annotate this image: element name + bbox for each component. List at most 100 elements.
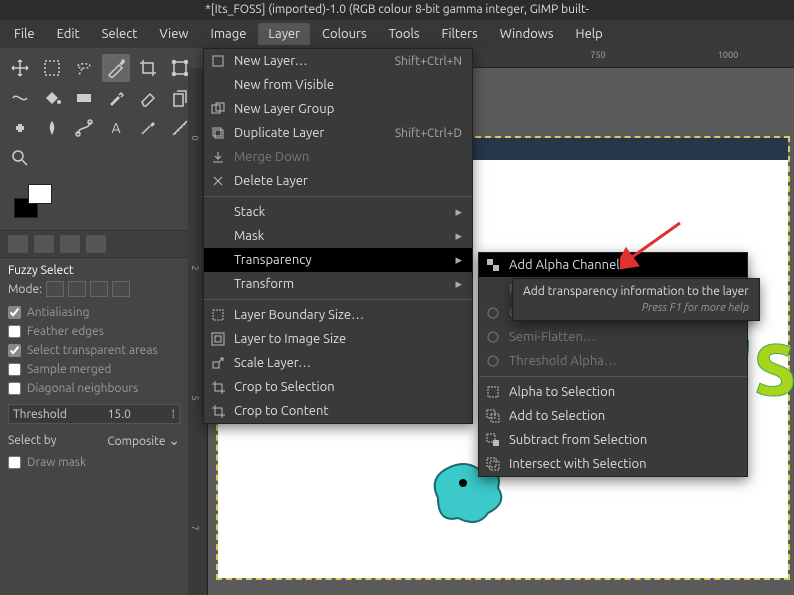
sample-merged-checkbox[interactable]	[8, 363, 21, 376]
feather-checkbox[interactable]	[8, 325, 21, 338]
tool-smudge[interactable]	[38, 114, 66, 142]
menu-add-alpha[interactable]: Add Alpha Channel	[479, 253, 747, 277]
tool-bucket[interactable]	[38, 84, 66, 112]
menu-subtract-from-selection[interactable]: Subtract from Selection	[479, 428, 747, 452]
ruler-tick: 7	[190, 525, 200, 530]
menu-new-layer[interactable]: New Layer…Shift+Ctrl+N	[204, 49, 472, 73]
tool-gradient[interactable]	[70, 84, 98, 112]
selection-intersect-icon	[485, 456, 501, 472]
threshold-label: Threshold	[13, 408, 67, 421]
mode-intersect[interactable]	[112, 281, 130, 297]
menu-new-layer-group[interactable]: New Layer Group	[204, 97, 472, 121]
antialiasing-label: Antialiasing	[27, 306, 90, 319]
gegl-icon	[485, 329, 501, 345]
ruler-tick: 1000	[718, 50, 738, 60]
tool-free-select[interactable]	[70, 54, 98, 82]
dock-tabs	[0, 230, 188, 258]
tool-path[interactable]	[70, 114, 98, 142]
tool-move[interactable]	[6, 54, 34, 82]
antialiasing-checkbox[interactable]	[8, 306, 21, 319]
crop-icon	[210, 379, 226, 395]
menu-new-from-visible[interactable]: New from Visible	[204, 73, 472, 97]
feather-label: Feather edges	[27, 325, 104, 338]
menu-image[interactable]: Image	[201, 23, 257, 45]
color-swatches[interactable]	[0, 178, 188, 230]
mode-replace[interactable]	[46, 281, 64, 297]
selection-add-icon	[485, 408, 501, 424]
menu-add-to-selection[interactable]: Add to Selection	[479, 404, 747, 428]
delete-icon	[210, 173, 226, 189]
ruler-tick: 750	[590, 50, 605, 60]
submenu-arrow-icon: ▸	[455, 229, 462, 244]
diagonal-checkbox[interactable]	[8, 382, 21, 395]
menu-mask[interactable]: Mask▸	[204, 224, 472, 248]
mode-add[interactable]	[68, 281, 86, 297]
tool-zoom[interactable]	[6, 144, 34, 172]
draw-mask-checkbox[interactable]	[8, 456, 21, 469]
tool-crop[interactable]	[134, 54, 162, 82]
mode-subtract[interactable]	[90, 281, 108, 297]
menu-boundary-size[interactable]: Layer Boundary Size…	[204, 303, 472, 327]
menu-filters[interactable]: Filters	[432, 23, 488, 45]
menu-delete-layer[interactable]: Delete Layer	[204, 169, 472, 193]
tool-warp[interactable]	[6, 84, 34, 112]
menu-file[interactable]: File	[4, 23, 45, 45]
tool-fuzzy-select[interactable]	[102, 54, 130, 82]
gegl-icon	[485, 305, 501, 321]
menu-layer-to-image[interactable]: Layer to Image Size	[204, 327, 472, 351]
dock-tab-3[interactable]	[60, 235, 80, 253]
tool-options-title: Fuzzy Select	[8, 264, 180, 277]
menu-stack[interactable]: Stack▸	[204, 200, 472, 224]
boundary-icon	[210, 307, 226, 323]
menu-tools[interactable]: Tools	[379, 23, 430, 45]
select-by-value[interactable]: Composite ⌄	[107, 432, 180, 449]
menu-alpha-to-selection[interactable]: Alpha to Selection	[479, 380, 747, 404]
menu-scale-layer[interactable]: Scale Layer…	[204, 351, 472, 375]
threshold-stepper[interactable]: ⁞	[172, 407, 175, 421]
tool-heal[interactable]	[6, 114, 34, 142]
menu-edit[interactable]: Edit	[47, 23, 90, 45]
menu-threshold-alpha: Threshold Alpha…	[479, 349, 747, 373]
layer-group-icon	[210, 101, 226, 117]
ruler-tick: 2	[190, 265, 200, 270]
tool-options: Fuzzy Select Mode: Antialiasing Feather …	[0, 258, 188, 478]
dock-tab-4[interactable]	[86, 235, 106, 253]
menu-duplicate-layer[interactable]: Duplicate LayerShift+Ctrl+D	[204, 121, 472, 145]
menu-colours[interactable]: Colours	[312, 23, 377, 45]
gegl-icon	[485, 353, 501, 369]
dock-tab-1[interactable]	[8, 235, 28, 253]
menu-help[interactable]: Help	[566, 23, 613, 45]
menu-intersect-with-selection[interactable]: Intersect with Selection	[479, 452, 747, 476]
transparent-label: Select transparent areas	[27, 344, 158, 357]
tool-paint[interactable]	[102, 84, 130, 112]
ruler-tick: 5	[190, 395, 200, 400]
menu-view[interactable]: View	[149, 23, 198, 45]
svg-text:A: A	[111, 120, 120, 136]
menu-windows[interactable]: Windows	[490, 23, 564, 45]
tool-eraser[interactable]	[134, 84, 162, 112]
menu-layer[interactable]: Layer	[258, 23, 310, 45]
threshold-value: 15.0	[108, 408, 131, 421]
menu-crop-content[interactable]: Crop to Content	[204, 399, 472, 423]
merge-down-icon	[210, 149, 226, 165]
diagonal-label: Diagonal neighbours	[27, 382, 138, 395]
submenu-arrow-icon: ▸	[455, 277, 462, 292]
tool-grid: A	[0, 48, 188, 178]
tool-text[interactable]: A	[102, 114, 130, 142]
threshold-slider[interactable]: Threshold 15.0 ⁞	[8, 404, 180, 424]
transparent-checkbox[interactable]	[8, 344, 21, 357]
window-title: *[Its_FOSS] (imported)-1.0 (RGB colour 8…	[0, 0, 794, 20]
menu-transparency[interactable]: Transparency▸	[204, 248, 472, 272]
toolbox: A Fuzzy Select Mode: Antialiasing Feathe…	[0, 48, 188, 478]
submenu-arrow-icon: ▸	[455, 205, 462, 220]
alpha-icon	[485, 257, 501, 273]
menu-transform[interactable]: Transform▸	[204, 272, 472, 296]
dock-tab-2[interactable]	[34, 235, 54, 253]
tool-rect-select[interactable]	[38, 54, 66, 82]
tool-picker[interactable]	[134, 114, 162, 142]
crop-content-icon	[210, 403, 226, 419]
foreground-color[interactable]	[28, 184, 52, 204]
menu-select[interactable]: Select	[92, 23, 148, 45]
menu-merge-down: Merge Down	[204, 145, 472, 169]
menu-crop-selection[interactable]: Crop to Selection	[204, 375, 472, 399]
